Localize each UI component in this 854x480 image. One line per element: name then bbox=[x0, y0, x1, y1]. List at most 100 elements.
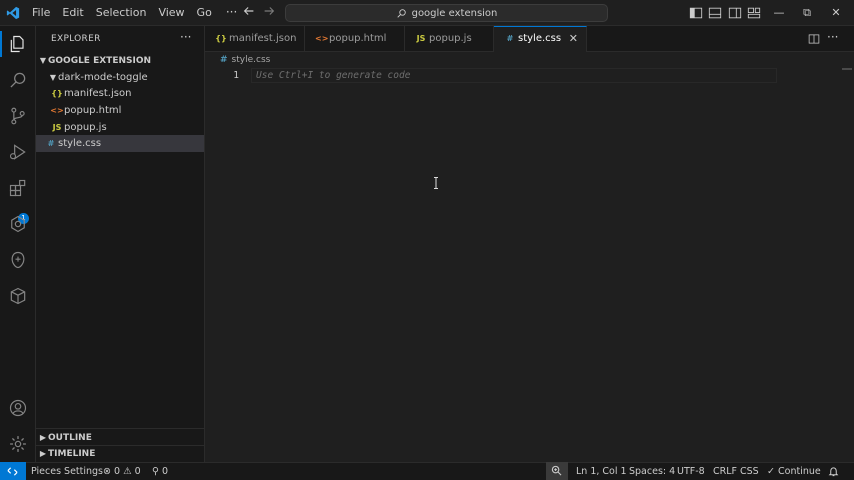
zoom-icon bbox=[551, 465, 562, 476]
toggle-panel-icon[interactable] bbox=[708, 6, 722, 20]
pieces-icon[interactable] bbox=[8, 214, 28, 234]
chevron-right-icon: ▶ bbox=[39, 449, 47, 458]
json-file-icon: {} bbox=[215, 34, 227, 43]
workspace-header[interactable]: ▼ GOOGLE EXTENSION bbox=[36, 52, 204, 69]
explorer-title: EXPLORER bbox=[51, 34, 101, 44]
tab-label: popup.js bbox=[429, 33, 472, 44]
file-popup-html[interactable]: <>popup.html bbox=[36, 102, 204, 119]
extensions-icon[interactable] bbox=[8, 178, 28, 198]
timeline-title: TIMELINE bbox=[48, 449, 96, 459]
html-file-icon: <> bbox=[50, 106, 64, 115]
file-name: manifest.json bbox=[64, 88, 132, 99]
activity-bar: 1 bbox=[0, 26, 36, 462]
tab-style-css[interactable]: # style.css ✕ bbox=[494, 26, 587, 52]
back-arrow-icon[interactable] bbox=[241, 4, 257, 20]
title-bar: File Edit Selection View Go ··· google e… bbox=[0, 0, 854, 26]
workspace-name: GOOGLE EXTENSION bbox=[48, 56, 152, 66]
status-bar: Pieces Settings ⊗ 0 ⚠ 0 ⚲ 0 Ln 1, Col 1 … bbox=[0, 462, 854, 480]
minimize-button[interactable]: — bbox=[765, 0, 793, 26]
restore-button[interactable]: ⧉ bbox=[793, 0, 821, 26]
tab-label: popup.html bbox=[329, 33, 387, 44]
file-style-css[interactable]: # style.css bbox=[36, 135, 204, 152]
folder-dark-mode-toggle[interactable]: ▼ dark-mode-toggle bbox=[36, 69, 204, 86]
tab-label: manifest.json bbox=[229, 33, 297, 44]
ports-count: 0 bbox=[162, 466, 169, 477]
timeline-section[interactable]: ▶ TIMELINE bbox=[36, 445, 204, 462]
folder-name: dark-mode-toggle bbox=[58, 72, 148, 83]
problems-item[interactable]: ⊗ 0 ⚠ 0 bbox=[103, 463, 141, 480]
language-mode-item[interactable]: CSS bbox=[740, 463, 759, 480]
gear-icon[interactable] bbox=[8, 434, 28, 454]
breadcrumb[interactable]: # style.css bbox=[220, 55, 270, 65]
run-debug-icon[interactable] bbox=[8, 142, 28, 162]
remote-indicator[interactable] bbox=[0, 462, 26, 480]
editor-tab-bar: {} manifest.json <>popup.html JS popup.js … bbox=[205, 26, 854, 52]
warning-icon: ⚠ bbox=[123, 466, 132, 477]
ghost-hint-text: Use Ctrl+I to generate code bbox=[256, 70, 411, 81]
file-name: popup.js bbox=[64, 122, 107, 133]
file-name: popup.html bbox=[64, 105, 122, 116]
check-icon: ✓ bbox=[767, 466, 775, 477]
editor-more-actions-icon[interactable]: ··· bbox=[827, 30, 838, 44]
forward-arrow-icon[interactable] bbox=[261, 4, 277, 20]
eol-item[interactable]: CRLF bbox=[713, 463, 737, 480]
accounts-icon[interactable] bbox=[8, 398, 28, 418]
js-file-icon: JS bbox=[52, 123, 62, 132]
command-center-text: google extension bbox=[411, 7, 498, 19]
encoding-item[interactable]: UTF-8 bbox=[677, 463, 705, 480]
js-file-icon: JS bbox=[416, 34, 426, 43]
explorer-more-icon[interactable]: ··· bbox=[180, 30, 191, 44]
menu-go[interactable]: Go bbox=[191, 0, 218, 26]
zoom-item[interactable] bbox=[546, 462, 568, 480]
menu-edit[interactable]: Edit bbox=[56, 0, 89, 26]
outline-section[interactable]: ▶ OUTLINE bbox=[36, 429, 204, 446]
breadcrumb-file: style.css bbox=[231, 55, 271, 65]
source-control-icon[interactable] bbox=[8, 106, 28, 126]
tab-popup-js[interactable]: JS popup.js bbox=[405, 26, 494, 52]
vscode-logo-icon bbox=[6, 6, 20, 20]
json-file-icon: {} bbox=[51, 89, 63, 98]
search-activity-icon[interactable] bbox=[8, 70, 28, 90]
text-cursor-icon bbox=[434, 177, 438, 189]
ports-icon: ⚲ bbox=[152, 466, 159, 477]
file-popup-js[interactable]: JS popup.js bbox=[36, 119, 204, 136]
menu-file[interactable]: File bbox=[26, 0, 56, 26]
continue-item[interactable]: ✓ Continue bbox=[767, 463, 821, 480]
scrollbar-indicator[interactable] bbox=[842, 68, 852, 70]
toggle-secondary-sidebar-icon[interactable] bbox=[728, 6, 742, 20]
file-name: style.css bbox=[58, 138, 102, 149]
menu-selection[interactable]: Selection bbox=[90, 0, 153, 26]
containers-icon[interactable] bbox=[8, 286, 28, 306]
command-center-search[interactable]: google extension bbox=[285, 4, 608, 22]
continue-icon[interactable] bbox=[8, 250, 28, 270]
error-count: 0 bbox=[114, 466, 121, 477]
active-indicator bbox=[0, 31, 2, 57]
tab-popup-html[interactable]: <>popup.html bbox=[305, 26, 405, 52]
css-file-icon: # bbox=[47, 139, 55, 148]
toggle-primary-sidebar-icon[interactable] bbox=[689, 6, 703, 20]
explorer-files-icon[interactable] bbox=[8, 34, 28, 54]
pieces-settings-item[interactable]: Pieces Settings bbox=[31, 463, 103, 480]
notifications-bell-icon[interactable] bbox=[828, 466, 839, 477]
html-file-icon: <> bbox=[315, 34, 329, 43]
customize-layout-icon[interactable] bbox=[747, 6, 761, 20]
tab-manifest-json[interactable]: {} manifest.json bbox=[205, 26, 305, 52]
tab-label: style.css bbox=[518, 33, 562, 44]
chevron-right-icon: ▶ bbox=[39, 433, 47, 442]
file-manifest-json[interactable]: {}manifest.json bbox=[36, 85, 204, 102]
menu-bar: File Edit Selection View Go ··· bbox=[26, 0, 245, 26]
menu-view[interactable]: View bbox=[152, 0, 190, 26]
search-icon bbox=[396, 8, 406, 18]
close-window-button[interactable]: ✕ bbox=[822, 0, 850, 26]
code-editor[interactable]: # style.css 1 Use Ctrl+I to generate code bbox=[205, 52, 854, 462]
outline-title: OUTLINE bbox=[48, 433, 92, 443]
css-file-icon: # bbox=[506, 34, 514, 43]
warning-count: 0 bbox=[134, 466, 141, 477]
indentation-item[interactable]: Spaces: 4 bbox=[629, 463, 675, 480]
css-file-icon: # bbox=[220, 55, 228, 65]
close-tab-icon[interactable]: ✕ bbox=[569, 27, 578, 51]
cursor-position-item[interactable]: Ln 1, Col 1 bbox=[576, 463, 627, 480]
continue-label: Continue bbox=[778, 466, 821, 477]
split-editor-icon[interactable] bbox=[808, 33, 820, 45]
ports-item[interactable]: ⚲ 0 bbox=[152, 463, 168, 480]
